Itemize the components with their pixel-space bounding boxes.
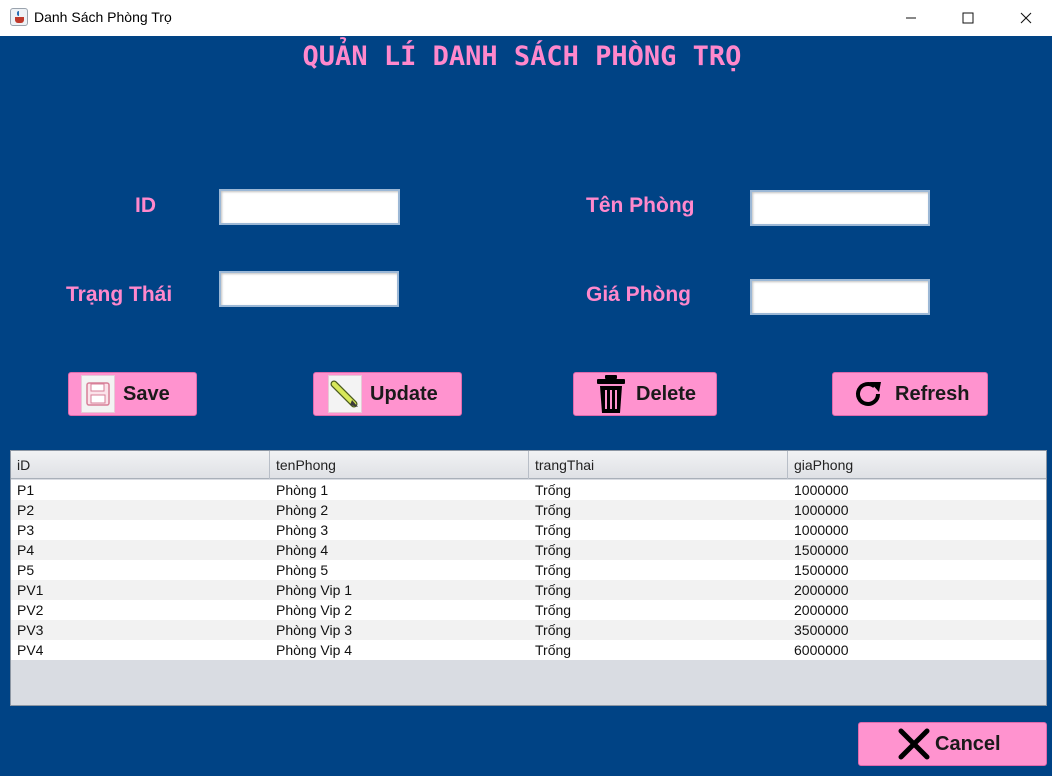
cell-id: P3 xyxy=(17,522,35,538)
delete-button-label: Delete xyxy=(636,382,697,405)
cell-id: PV1 xyxy=(17,582,44,598)
rooms-table[interactable]: iD tenPhong trangThai giaPhong P1 Phòng 1… xyxy=(10,450,1047,706)
cell-giaphong: 1000000 xyxy=(794,522,849,538)
refresh-button-label: Refresh xyxy=(895,382,970,405)
cell-trangthai: Trống xyxy=(535,482,572,498)
window-title: Danh Sách Phòng Trọ xyxy=(34,9,172,25)
cell-id: PV4 xyxy=(17,642,44,658)
cell-giaphong: 2000000 xyxy=(794,582,849,598)
maximize-button[interactable] xyxy=(940,0,996,36)
cell-giaphong: 1000000 xyxy=(794,482,849,498)
trangthai-label: Trạng Thái xyxy=(66,283,173,306)
table-body: P1 Phòng 1 Trống 1000000 P2 Phòng 2 Trống 10000… xyxy=(11,480,1046,660)
table-row[interactable]: P4 Phòng 4 Trống 1500000 xyxy=(11,540,1046,560)
main-panel: QUẢN LÍ DANH SÁCH PHÒNG TRỌ ID Trạng Thá… xyxy=(0,36,1052,776)
table-row[interactable]: PV4 Phòng Vip 4 Trống 6000000 xyxy=(11,640,1046,660)
column-header-giaphong[interactable]: giaPhong xyxy=(788,451,1046,479)
delete-button[interactable]: Delete xyxy=(573,372,717,416)
close-icon xyxy=(1020,12,1032,24)
floppy-disk-icon xyxy=(81,375,115,413)
column-header-trangthai[interactable]: trangThai xyxy=(529,451,788,479)
table-header: iD tenPhong trangThai giaPhong xyxy=(11,451,1046,479)
cell-tenphong: Phòng 2 xyxy=(276,502,329,518)
cell-tenphong: Phòng 3 xyxy=(276,522,329,538)
cell-id: PV3 xyxy=(17,622,44,638)
cell-tenphong: Phòng Vip 3 xyxy=(276,622,353,638)
cell-giaphong: 1500000 xyxy=(794,562,849,578)
cell-id: P1 xyxy=(17,482,35,498)
cell-tenphong: Phòng Vip 2 xyxy=(276,602,353,618)
save-button-label: Save xyxy=(123,382,170,405)
cell-giaphong: 3500000 xyxy=(794,622,849,638)
minimize-button[interactable] xyxy=(883,0,939,36)
cell-trangthai: Trống xyxy=(535,582,572,598)
cell-id: P2 xyxy=(17,502,35,518)
cell-trangthai: Trống xyxy=(535,502,572,518)
update-button-label: Update xyxy=(370,382,438,405)
trangthai-input[interactable] xyxy=(219,271,399,307)
window-titlebar: Danh Sách Phòng Trọ xyxy=(0,0,1052,36)
tenphong-input[interactable] xyxy=(750,190,930,226)
table-row[interactable]: P1 Phòng 1 Trống 1000000 xyxy=(11,480,1046,500)
cell-id: PV2 xyxy=(17,602,44,618)
cell-trangthai: Trống xyxy=(535,542,572,558)
refresh-icon xyxy=(851,375,885,413)
cancel-button[interactable]: Cancel xyxy=(858,722,1047,766)
cell-id: P4 xyxy=(17,542,35,558)
cell-trangthai: Trống xyxy=(535,522,572,538)
minimize-icon xyxy=(906,17,916,19)
cell-giaphong: 2000000 xyxy=(794,602,849,618)
tenphong-label: Tên Phòng xyxy=(586,194,695,217)
table-row[interactable]: PV3 Phòng Vip 3 Trống 3500000 xyxy=(11,620,1046,640)
id-input[interactable] xyxy=(219,189,400,225)
cell-tenphong: Phòng 4 xyxy=(276,542,329,558)
cell-id: P5 xyxy=(17,562,35,578)
maximize-icon xyxy=(962,12,974,24)
cell-giaphong: 6000000 xyxy=(794,642,849,658)
cell-trangthai: Trống xyxy=(535,642,572,658)
cell-trangthai: Trống xyxy=(535,622,572,638)
close-button[interactable] xyxy=(998,0,1052,36)
table-row[interactable]: PV1 Phòng Vip 1 Trống 2000000 xyxy=(11,580,1046,600)
table-row[interactable]: P5 Phòng 5 Trống 1500000 xyxy=(11,560,1046,580)
refresh-button[interactable]: Refresh xyxy=(832,372,988,416)
table-row[interactable]: P2 Phòng 2 Trống 1000000 xyxy=(11,500,1046,520)
id-label: ID xyxy=(135,194,156,217)
trash-icon xyxy=(594,375,628,413)
table-row[interactable]: P3 Phòng 3 Trống 1000000 xyxy=(11,520,1046,540)
column-header-tenphong[interactable]: tenPhong xyxy=(270,451,529,479)
cell-trangthai: Trống xyxy=(535,602,572,618)
page-title: QUẢN LÍ DANH SÁCH PHÒNG TRỌ xyxy=(302,41,742,72)
column-header-id[interactable]: iD xyxy=(11,451,270,479)
cell-tenphong: Phòng 1 xyxy=(276,482,329,498)
save-button[interactable]: Save xyxy=(68,372,197,416)
cell-trangthai: Trống xyxy=(535,562,572,578)
giaphong-label: Giá Phòng xyxy=(586,283,691,306)
update-button[interactable]: Update xyxy=(313,372,462,416)
x-icon xyxy=(897,725,931,763)
cell-tenphong: Phòng 5 xyxy=(276,562,329,578)
cell-tenphong: Phòng Vip 1 xyxy=(276,582,353,598)
giaphong-input[interactable] xyxy=(750,279,930,315)
java-app-icon xyxy=(10,8,28,26)
cancel-button-label: Cancel xyxy=(935,732,1001,755)
cell-tenphong: Phòng Vip 4 xyxy=(276,642,353,658)
cell-giaphong: 1500000 xyxy=(794,542,849,558)
cell-giaphong: 1000000 xyxy=(794,502,849,518)
table-row[interactable]: PV2 Phòng Vip 2 Trống 2000000 xyxy=(11,600,1046,620)
pencil-icon xyxy=(328,375,362,413)
